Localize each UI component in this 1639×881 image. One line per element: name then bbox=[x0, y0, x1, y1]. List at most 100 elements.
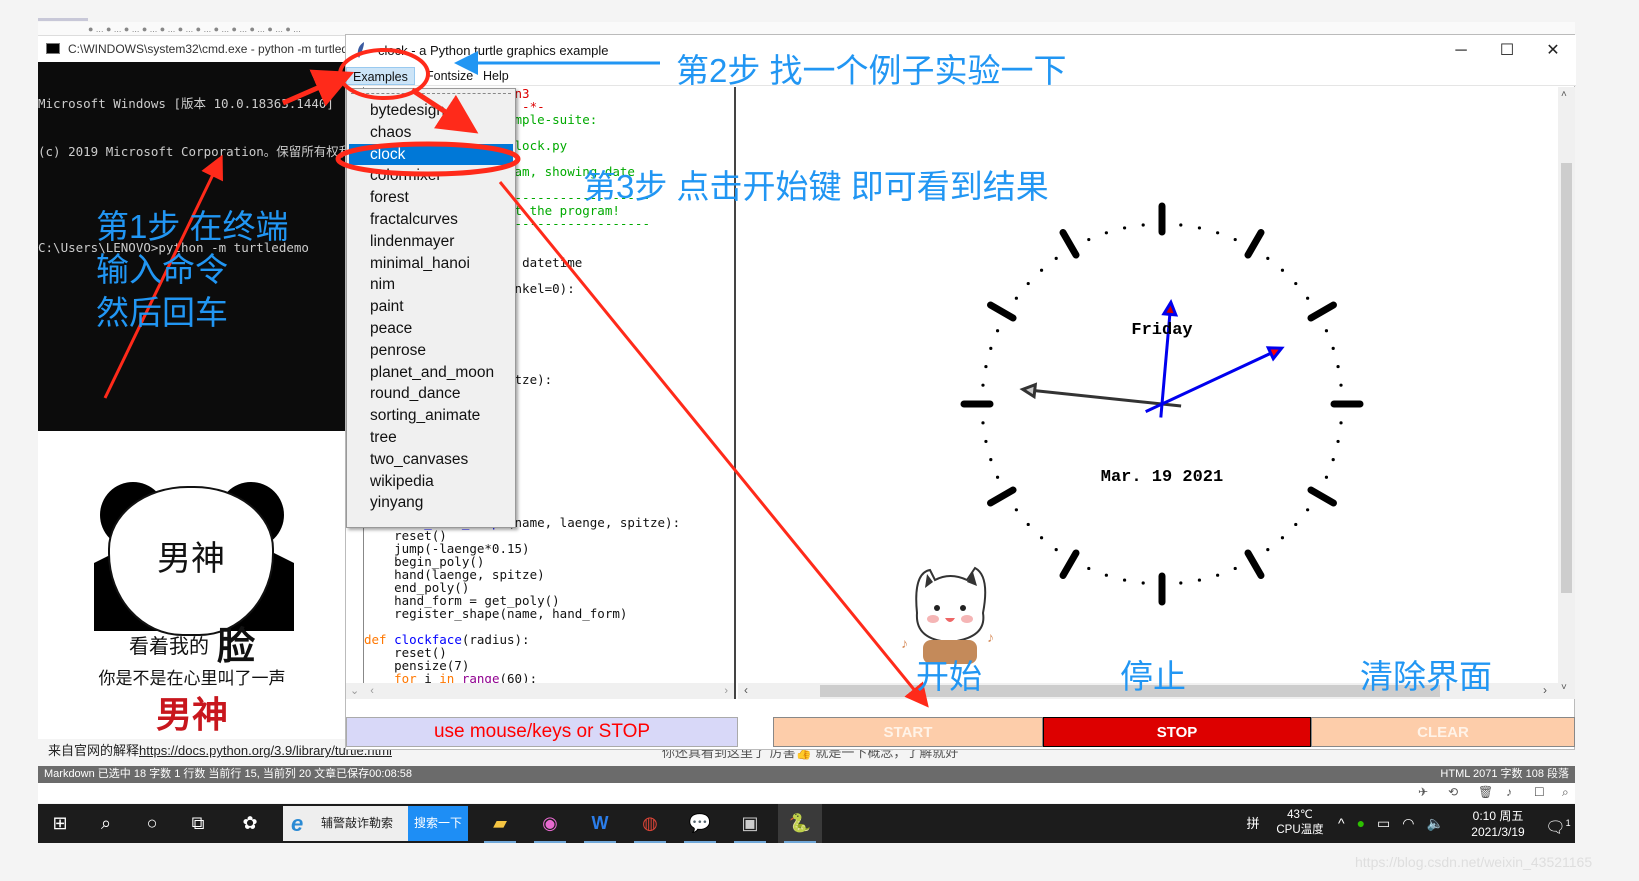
clock-minute-dot bbox=[1336, 439, 1340, 444]
cortana-icon[interactable]: ○ bbox=[130, 804, 174, 843]
minimize-button[interactable]: ─ bbox=[1438, 35, 1484, 66]
trash-icon[interactable]: 🗑 bbox=[1478, 785, 1493, 799]
clear-button[interactable]: CLEAR bbox=[1311, 717, 1575, 747]
clock-minute-dot bbox=[989, 346, 993, 350]
example-item-penrose[interactable]: penrose bbox=[349, 340, 513, 361]
doc-note-prefix: 来自官网的解释 bbox=[48, 743, 140, 758]
task-view-icon[interactable]: ⧉ bbox=[176, 804, 220, 843]
example-item-forest[interactable]: forest bbox=[349, 187, 513, 208]
code-token: (name, laenge, spitze): bbox=[507, 515, 681, 530]
volume-icon[interactable]: 🔈 bbox=[1427, 815, 1456, 831]
terminal-icon[interactable]: ▣ bbox=[728, 804, 772, 843]
example-item-minimal-hanoi[interactable]: minimal_hanoi bbox=[349, 253, 513, 274]
example-item-sorting-animate[interactable]: sorting_animate bbox=[349, 405, 513, 426]
menu-help[interactable]: Help bbox=[477, 67, 515, 85]
pinwheel-app-icon[interactable]: ✿ bbox=[228, 804, 272, 843]
scroll-down-icon[interactable]: ˅ bbox=[1561, 682, 1567, 693]
clock-hour-tick bbox=[1244, 549, 1265, 579]
example-item-wikipedia[interactable]: wikipedia bbox=[349, 471, 513, 492]
example-item-yinyang[interactable]: yinyang bbox=[349, 492, 513, 513]
clock-minute-dot bbox=[984, 439, 988, 444]
example-item-fractalcurves[interactable]: fractalcurves bbox=[349, 209, 513, 230]
example-item-tree[interactable]: tree bbox=[349, 427, 513, 448]
taskbar-search-button[interactable]: 搜索一下 bbox=[408, 806, 468, 841]
examples-dropdown[interactable]: bytedesign chaos clock colormixer forest frac… bbox=[346, 88, 516, 528]
example-item-chaos[interactable]: chaos bbox=[349, 122, 513, 143]
example-item-peace[interactable]: peace bbox=[349, 318, 513, 339]
scroll-left-icon[interactable]: ‹ bbox=[370, 685, 374, 697]
example-item-paint[interactable]: paint bbox=[349, 296, 513, 317]
clock-minute-dot bbox=[1266, 548, 1270, 552]
ime-indicator[interactable]: 拼 bbox=[1238, 804, 1268, 843]
show-hidden-icons-icon[interactable]: ^ bbox=[1338, 815, 1357, 831]
chevron-down-icon[interactable]: ⌄ bbox=[350, 685, 359, 697]
canvas-vertical-scrollbar[interactable]: ˄ ˅ bbox=[1558, 87, 1575, 699]
clock-minute-dot bbox=[1054, 256, 1058, 260]
menu-fontsize[interactable]: Fontsize bbox=[420, 67, 479, 85]
example-item-lindenmayer[interactable]: lindenmayer bbox=[349, 231, 513, 252]
clock-minute-dot bbox=[995, 329, 1000, 333]
tray-time: 0:10 周五 bbox=[1472, 809, 1524, 823]
chrome-icon[interactable]: ◍ bbox=[628, 804, 672, 843]
search-icon[interactable]: ⌕ bbox=[1562, 785, 1569, 800]
maximize-button[interactable]: ☐ bbox=[1484, 35, 1530, 66]
example-item-bytedesign[interactable]: bytedesign bbox=[349, 100, 513, 121]
scroll-right-icon[interactable]: › bbox=[724, 683, 728, 699]
file-explorer-icon[interactable]: ▰ bbox=[478, 804, 522, 843]
clock-minute-dot bbox=[1197, 578, 1202, 582]
clock-hour-hand-head bbox=[1161, 299, 1179, 317]
notification-center-icon[interactable]: 🗨1 bbox=[1543, 804, 1573, 847]
clock-minute-dot bbox=[1014, 296, 1018, 300]
wechat-icon[interactable]: 💬 bbox=[678, 804, 722, 843]
example-item-clock[interactable]: clock bbox=[349, 143, 513, 165]
vertical-scroll-thumb[interactable] bbox=[1561, 163, 1572, 593]
python-icon[interactable]: 🐍 bbox=[778, 804, 822, 843]
example-item-planet-and-moon[interactable]: planet_and_moon bbox=[349, 362, 513, 383]
svg-text:♪: ♪ bbox=[901, 635, 908, 651]
example-item-nim[interactable]: nim bbox=[349, 274, 513, 295]
menu-examples[interactable]: Examples bbox=[346, 67, 415, 85]
clock-hour-tick bbox=[1244, 229, 1265, 259]
windows-start-icon[interactable]: ⊞ bbox=[38, 804, 82, 843]
clock-minute-dot bbox=[1104, 231, 1108, 235]
stop-button[interactable]: STOP bbox=[1043, 717, 1311, 747]
scroll-left-icon[interactable]: ‹ bbox=[744, 683, 748, 697]
clock-minute-dot bbox=[1014, 508, 1018, 512]
tray-date: 2021/3/19 bbox=[1471, 825, 1525, 839]
clock-minute-dot bbox=[981, 383, 985, 387]
tray-clock[interactable]: 0:10 周五 2021/3/19 bbox=[1458, 808, 1538, 840]
example-item-colormixer[interactable]: colormixer bbox=[349, 165, 513, 186]
wps-icon[interactable]: W bbox=[578, 804, 622, 843]
clock-minute-dot bbox=[1331, 346, 1335, 350]
example-item-two-canvases[interactable]: two_canvases bbox=[349, 449, 513, 470]
search-icon[interactable]: ⌕ bbox=[84, 804, 128, 843]
history-icon[interactable]: ⟲ bbox=[1448, 785, 1458, 799]
speaker-icon[interactable]: ♪ bbox=[1506, 785, 1512, 799]
cmd-titlebar[interactable]: C:\WINDOWS\system32\cmd.exe - python -m … bbox=[38, 36, 346, 62]
wifi-icon[interactable]: ◠ bbox=[1402, 815, 1426, 831]
battery-icon[interactable]: ▭ bbox=[1377, 815, 1402, 831]
scroll-right-icon[interactable]: › bbox=[1543, 683, 1547, 697]
close-button[interactable]: ✕ bbox=[1530, 35, 1576, 66]
clock-minute-dot bbox=[1026, 281, 1030, 286]
browser-360-icon[interactable]: ◉ bbox=[528, 804, 572, 843]
example-item-round-dance[interactable]: round_dance bbox=[349, 383, 513, 404]
clock-minute-dot bbox=[1087, 566, 1091, 571]
pin-icon[interactable]: ✈ bbox=[1418, 785, 1428, 799]
clock-minute-dot bbox=[1306, 508, 1310, 512]
clock-minute-dot bbox=[1216, 573, 1220, 577]
ie-icon: e bbox=[291, 811, 304, 836]
cpu-temp-widget[interactable]: 43℃ CPU温度 bbox=[1270, 808, 1330, 838]
taskbar-search-box[interactable]: e 辅警敲诈勒索 bbox=[283, 806, 408, 841]
menu-tearoff-line[interactable] bbox=[351, 93, 511, 94]
clock-minute-dot bbox=[1039, 268, 1044, 272]
window-icon[interactable]: ☐ bbox=[1534, 785, 1545, 799]
clock-minute-dot bbox=[1179, 581, 1183, 585]
wechat-tray-icon[interactable]: ● bbox=[1357, 815, 1377, 831]
code-horizontal-scrollbar[interactable]: ⌄ ‹ › bbox=[346, 683, 734, 699]
start-button[interactable]: START bbox=[773, 717, 1043, 747]
code-token: (radius): bbox=[461, 632, 530, 647]
scroll-up-icon[interactable]: ˄ bbox=[1561, 89, 1567, 100]
clock-minute-dot bbox=[1054, 548, 1058, 552]
clock-minute-dot bbox=[989, 458, 993, 462]
